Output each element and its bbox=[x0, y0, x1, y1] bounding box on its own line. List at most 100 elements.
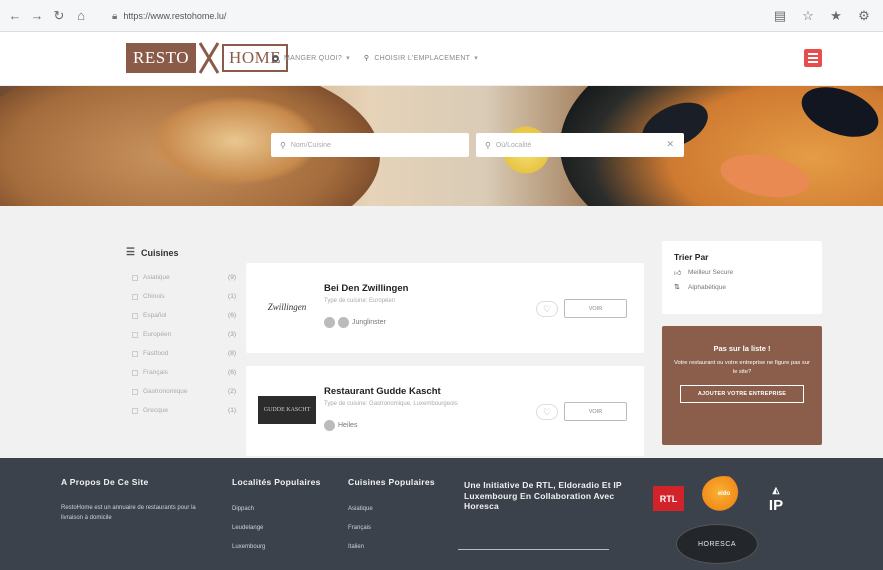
site-header: RESTO HOME MANGER QUOI? ▾ ⚲ CHOISIR L'EM… bbox=[0, 32, 883, 86]
filter-title: ☰ Cuisines bbox=[126, 247, 179, 258]
nav-manger-quoi[interactable]: MANGER QUOI? ▾ bbox=[272, 54, 350, 62]
footer-locality-link[interactable]: Leudelange bbox=[232, 525, 322, 544]
footer-localities-title: Localités Populaires bbox=[232, 477, 321, 487]
ip-logo-text: IP bbox=[768, 497, 784, 514]
home-icon[interactable]: ⌂ bbox=[70, 5, 92, 27]
restaurant-type: Type de cuisine: Gastronomique, Luxembou… bbox=[324, 401, 458, 407]
checkbox[interactable] bbox=[132, 369, 138, 376]
filter-item[interactable]: Français (6) bbox=[126, 363, 236, 382]
thumb-icon: 👍︎ bbox=[674, 270, 682, 277]
reload-icon[interactable]: ↻ bbox=[48, 5, 70, 27]
clear-icon[interactable]: ✕ bbox=[666, 139, 674, 150]
nav-label: CHOISIR L'EMPLACEMENT bbox=[374, 54, 471, 62]
location-search-placeholder: Où/Localité bbox=[495, 141, 532, 149]
browser-toolbar: ← → ↻ ⌂ 🔒︎ https://www.restohome.lu/ ▤ ☆… bbox=[0, 0, 883, 32]
footer-localities: Localités Populaires Dippach Leudelange … bbox=[232, 477, 322, 563]
promo-text: Votre restaurant ou votre entreprise ne … bbox=[674, 360, 810, 375]
favorite-heart-icon[interactable]: ♡ bbox=[536, 404, 558, 420]
restaurant-card[interactable]: GUDDE KASCHT Restaurant Gudde Kascht Typ… bbox=[246, 366, 644, 456]
ip-logo[interactable]: ◭ IP bbox=[760, 480, 792, 514]
bookmark-star-icon[interactable]: ☆ bbox=[797, 5, 819, 27]
location-pin-icon: ⚲ bbox=[363, 55, 370, 62]
footer-cuisines: Cuisines Populaires Asiatique Français I… bbox=[348, 477, 438, 563]
restaurant-locality: Heiles bbox=[324, 420, 357, 431]
delivery-icon bbox=[324, 317, 335, 328]
promo-title: Pas sur la liste ! bbox=[713, 344, 771, 353]
location-pin-icon: ⚲ bbox=[485, 140, 491, 150]
footer-about-text: RestoHome est un annuaire de restaurants… bbox=[61, 505, 196, 521]
rtl-logo[interactable]: RTL bbox=[653, 486, 684, 511]
add-business-button[interactable]: AJOUTER VOTRE ENTREPRISE bbox=[680, 384, 804, 403]
favorite-heart-icon[interactable]: ♡ bbox=[536, 301, 558, 317]
restaurant-card[interactable]: Zwillingen Bei Den Zwillingen Type de cu… bbox=[246, 263, 644, 353]
footer-locality-link[interactable]: Dippach bbox=[232, 506, 322, 525]
filter-item[interactable]: Chinois (1) bbox=[126, 287, 236, 306]
search-icon: ⚲ bbox=[280, 140, 286, 150]
restaurant-name[interactable]: Restaurant Gudde Kascht bbox=[324, 386, 441, 397]
restaurant-logo: GUDDE KASCHT bbox=[258, 396, 316, 424]
location-search-input[interactable]: ⚲ Où/Localité ✕ bbox=[476, 133, 684, 157]
filter-item[interactable]: Asiatique (9) bbox=[126, 268, 236, 287]
restaurant-name[interactable]: Bei Den Zwillingen bbox=[324, 283, 408, 294]
hero-banner: ⚲ Nom/Cuisine ⚲ Où/Localité ✕ bbox=[0, 86, 883, 206]
checkbox[interactable] bbox=[132, 350, 138, 357]
favorites-icon[interactable]: ★ bbox=[825, 5, 847, 27]
horesca-logo[interactable]: HORESCA bbox=[676, 524, 758, 564]
restaurant-type: Type de cuisine: Européen bbox=[324, 298, 396, 304]
cuisine-filters: ☰ Cuisines Asiatique (9) Chinois (1) Españ… bbox=[126, 247, 236, 420]
list-icon: ☰ bbox=[126, 247, 135, 258]
hamburger-menu-button[interactable] bbox=[804, 49, 822, 67]
footer-cuisine-link[interactable]: Asiatique bbox=[348, 506, 438, 525]
voir-button[interactable]: VOIR bbox=[564, 402, 627, 421]
cuisine-search-placeholder: Nom/Cuisine bbox=[290, 141, 331, 149]
voir-button[interactable]: VOIR bbox=[564, 299, 627, 318]
nav-label: MANGER QUOI? bbox=[284, 54, 343, 62]
filter-item[interactable]: Fastfood (8) bbox=[126, 344, 236, 363]
extensions-icon[interactable]: ⚙ bbox=[853, 5, 875, 27]
sort-option-best[interactable]: 👍︎ Meilleur Secure bbox=[674, 268, 810, 277]
sort-az-icon: ⇅ bbox=[674, 284, 680, 291]
checkbox[interactable] bbox=[132, 388, 138, 395]
nav-choisir-emplacement[interactable]: ⚲ CHOISIR L'EMPLACEMENT ▾ bbox=[363, 54, 479, 63]
eldoradio-logo[interactable]: eldo bbox=[702, 476, 746, 512]
add-business-promo: Pas sur la liste ! Votre restaurant ou v… bbox=[662, 326, 822, 445]
logo-resto-text: RESTO bbox=[126, 43, 197, 73]
forward-icon[interactable]: → bbox=[26, 5, 48, 27]
footer-initiative: Une Initiative De RTL, Eldoradio Et IP L… bbox=[464, 480, 622, 512]
chevron-down-icon: ▾ bbox=[346, 55, 350, 62]
back-icon[interactable]: ← bbox=[4, 5, 26, 27]
address-bar[interactable]: 🔒︎ https://www.restohome.lu/ bbox=[112, 6, 752, 26]
lock-icon: 🔒︎ bbox=[112, 10, 118, 22]
sort-title: Trier Par bbox=[674, 252, 709, 262]
checkbox[interactable] bbox=[132, 293, 138, 300]
header-nav: MANGER QUOI? ▾ ⚲ CHOISIR L'EMPLACEMENT ▾ bbox=[272, 54, 492, 62]
checkbox[interactable] bbox=[132, 274, 138, 281]
chevron-down-icon: ▾ bbox=[474, 55, 479, 62]
restohome-logo[interactable]: RESTO HOME bbox=[126, 42, 289, 74]
footer-locality-link[interactable]: Luxembourg bbox=[232, 544, 322, 563]
checkbox[interactable] bbox=[132, 407, 138, 414]
cuisine-search-input[interactable]: ⚲ Nom/Cuisine bbox=[271, 133, 469, 157]
address-text: https://www.restohome.lu/ bbox=[123, 11, 227, 21]
footer-cuisine-link[interactable]: Français bbox=[348, 525, 438, 544]
target-icon bbox=[272, 54, 279, 62]
footer-cuisine-link[interactable]: Italien bbox=[348, 544, 438, 563]
reader-view-icon[interactable]: ▤ bbox=[769, 5, 791, 27]
delivery-icon bbox=[324, 420, 335, 431]
restaurant-logo: Zwillingen bbox=[267, 302, 307, 312]
takeaway-icon bbox=[338, 317, 349, 328]
filter-item[interactable]: Español (6) bbox=[126, 306, 236, 325]
filter-item[interactable]: Grecque (1) bbox=[126, 401, 236, 420]
checkbox[interactable] bbox=[132, 312, 138, 319]
restaurant-locality: Junglinster bbox=[324, 317, 386, 328]
ip-mark-icon: ◭ bbox=[772, 485, 780, 495]
sort-option-alphabetical[interactable]: ⇅ Alphabétique bbox=[674, 283, 810, 292]
sort-panel: Trier Par 👍︎ Meilleur Secure ⇅ Alphabéti… bbox=[662, 241, 822, 314]
filter-item[interactable]: Européen (3) bbox=[126, 325, 236, 344]
checkbox[interactable] bbox=[132, 331, 138, 338]
footer-about-title: A Propos De Ce Site bbox=[61, 477, 149, 487]
footer-cuisines-title: Cuisines Populaires bbox=[348, 477, 435, 487]
footer-about: A Propos De Ce Site RestoHome est un ann… bbox=[61, 477, 211, 523]
footer-divider bbox=[458, 549, 609, 550]
filter-item[interactable]: Gastronomique (2) bbox=[126, 382, 236, 401]
